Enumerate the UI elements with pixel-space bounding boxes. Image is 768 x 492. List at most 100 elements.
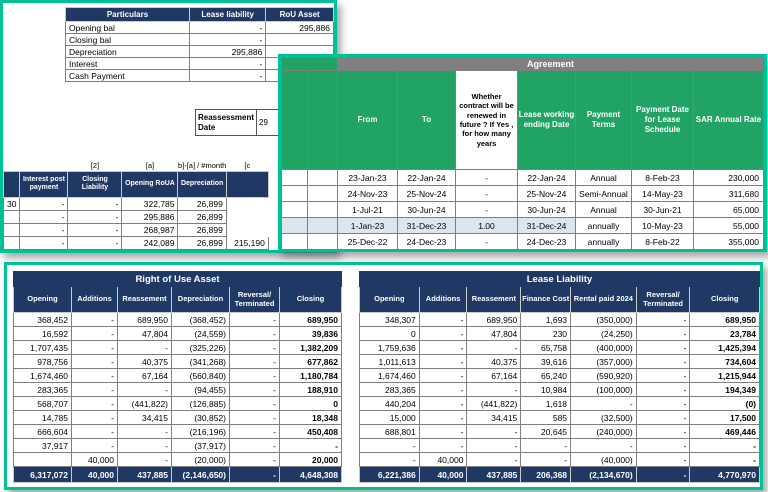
cell[interactable]: Annual — [575, 169, 632, 186]
cell[interactable]: 6,221,386 — [359, 466, 420, 483]
cell[interactable]: 666,604 — [13, 424, 72, 439]
reassessment-label[interactable]: Reassessment Date — [194, 109, 258, 136]
cell[interactable]: (357,000) — [570, 354, 637, 369]
cell[interactable]: 8-Feb-22 — [631, 233, 694, 250]
cell[interactable] — [2, 209, 21, 224]
cell[interactable]: - — [635, 312, 691, 327]
cell[interactable] — [307, 185, 338, 202]
col-additions[interactable]: Additions — [71, 286, 118, 313]
cell[interactable]: 47,804 — [466, 326, 522, 341]
cell[interactable] — [2, 235, 21, 250]
cell[interactable]: - — [418, 340, 468, 355]
col-blank-2[interactable] — [307, 70, 338, 170]
cell[interactable]: - — [117, 424, 172, 439]
cell[interactable]: 437,885 — [466, 466, 522, 483]
cell[interactable]: 15,000 — [359, 410, 420, 425]
cell[interactable]: 17,500 — [689, 410, 760, 425]
cell[interactable]: - — [71, 382, 118, 397]
cell[interactable]: 348,307 — [359, 312, 420, 327]
cell[interactable]: annually — [575, 217, 632, 234]
cell[interactable]: 30-Jun-24 — [397, 201, 456, 218]
cell[interactable]: - — [71, 312, 118, 327]
cell[interactable]: 25-Dec-22 — [337, 233, 398, 250]
cell[interactable] — [225, 170, 269, 198]
cell[interactable] — [281, 233, 308, 250]
cell[interactable]: - — [466, 382, 522, 397]
cell[interactable]: - — [189, 33, 267, 46]
cell[interactable]: 8-Feb-23 — [631, 169, 694, 186]
cell[interactable]: 16,592 — [13, 326, 72, 341]
cell[interactable] — [226, 223, 268, 236]
cell[interactable]: 14,785 — [13, 410, 72, 425]
cell[interactable]: - — [279, 438, 342, 453]
cell[interactable]: 40,000 — [418, 466, 468, 483]
cell[interactable]: (2,134,670) — [570, 466, 637, 483]
cell[interactable]: - — [229, 466, 280, 483]
cell[interactable]: 283,365 — [359, 382, 420, 397]
cell[interactable]: 20,645 — [520, 424, 572, 439]
cell[interactable]: (24,250) — [570, 326, 637, 341]
cell[interactable]: (368,452) — [171, 312, 230, 327]
cell[interactable]: 1,707,435 — [13, 340, 72, 355]
cell[interactable]: 0 — [279, 396, 342, 411]
cell[interactable]: Opening RoUA — [121, 170, 179, 198]
cell[interactable]: - — [71, 396, 118, 411]
cell[interactable]: 368,452 — [13, 312, 72, 327]
cell[interactable]: - — [229, 368, 280, 383]
cell[interactable]: 23-Jan-23 — [337, 169, 398, 186]
cell[interactable]: 355,000 — [693, 233, 764, 250]
cell[interactable]: 689,950 — [689, 312, 760, 327]
col-particulars[interactable]: Particulars — [64, 7, 191, 22]
cell[interactable]: 295,886 — [121, 209, 179, 224]
cell[interactable]: - — [67, 222, 123, 237]
cell[interactable]: 6,317,072 — [13, 466, 72, 483]
cell[interactable]: 24-Nov-23 — [337, 185, 398, 202]
cell[interactable]: 688,801 — [359, 424, 420, 439]
cell[interactable]: - — [71, 438, 118, 453]
cell[interactable]: 26,899 — [177, 196, 227, 211]
cell[interactable]: 450,408 — [279, 424, 342, 439]
cell[interactable]: 1,382,209 — [279, 340, 342, 355]
cell[interactable]: (24,559) — [171, 326, 230, 341]
col-reassessment[interactable]: Reassement — [117, 286, 172, 313]
cell[interactable]: 1.00 — [455, 217, 518, 234]
cell[interactable]: - — [455, 185, 518, 202]
cell[interactable]: 322,785 — [121, 196, 179, 211]
cell[interactable]: 1,180,784 — [279, 368, 342, 383]
col-reversal[interactable]: Reversal/ Terminated — [229, 286, 280, 313]
cell[interactable]: - — [117, 382, 172, 397]
cell[interactable]: (590,920) — [570, 368, 637, 383]
cell[interactable]: - — [229, 396, 280, 411]
cell[interactable]: Cash Payment — [64, 69, 191, 82]
cell[interactable]: - — [635, 340, 691, 355]
cell[interactable]: (441,822) — [117, 396, 172, 411]
cell[interactable]: 24-Dec-23 — [517, 233, 576, 250]
cell[interactable]: (126,885) — [171, 396, 230, 411]
cell[interactable]: - — [71, 424, 118, 439]
cell[interactable]: 40,000 — [71, 452, 118, 467]
cell[interactable]: - — [229, 340, 280, 355]
cell[interactable]: - — [117, 438, 172, 453]
cell[interactable]: 39,836 — [279, 326, 342, 341]
cell[interactable]: - — [466, 452, 522, 467]
col-closing[interactable]: Closing — [279, 286, 342, 313]
cell[interactable]: b]-[a] / #month — [178, 161, 226, 171]
cell[interactable]: 295,886 — [265, 21, 334, 34]
col-finance-cost[interactable]: Finance Cost — [520, 286, 572, 313]
cell[interactable]: 40,000 — [418, 452, 468, 467]
cell[interactable]: 230,000 — [693, 169, 764, 186]
cell[interactable] — [265, 33, 334, 46]
cell[interactable]: - — [117, 340, 172, 355]
cell[interactable]: 18,348 — [279, 410, 342, 425]
cell[interactable]: 215,190 — [225, 235, 269, 250]
cell[interactable]: 1,215,944 — [689, 368, 760, 383]
cell[interactable] — [307, 169, 338, 186]
cell[interactable]: 311,680 — [693, 185, 764, 202]
cell[interactable] — [307, 217, 338, 234]
cell[interactable]: 689,950 — [466, 312, 522, 327]
col-sar-annual-rate[interactable]: SAR Annual Rate — [693, 70, 764, 170]
col-lease-liability[interactable]: Lease liability — [189, 7, 267, 22]
cell[interactable]: - — [635, 396, 691, 411]
cell[interactable] — [281, 217, 308, 234]
cell[interactable] — [226, 210, 268, 223]
